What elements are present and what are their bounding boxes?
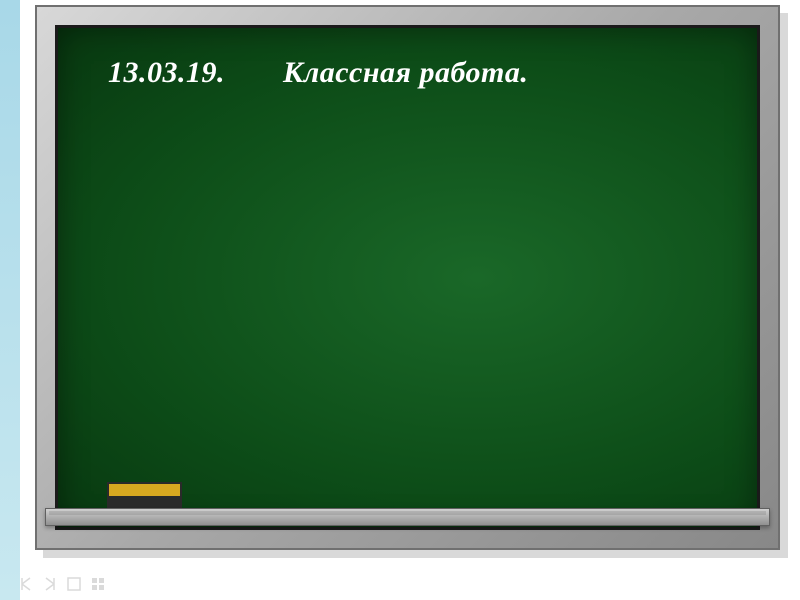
chalkboard-frame: 13.03.19. Классная работа. xyxy=(35,5,780,550)
nav-icon xyxy=(18,576,34,592)
eraser-icon xyxy=(107,482,182,508)
background-accent xyxy=(0,0,20,600)
title-text: Классная работа. xyxy=(283,56,528,89)
grid-icon xyxy=(90,576,106,592)
date-text: 13.03.19. xyxy=(108,56,225,90)
bottom-toolbar xyxy=(18,576,106,592)
chalkboard: 13.03.19. Классная работа. xyxy=(55,25,760,530)
expand-icon xyxy=(66,576,82,592)
chalk-text: 13.03.19. Классная работа. xyxy=(108,56,528,90)
chalkboard-container: 13.03.19. Классная работа. xyxy=(35,5,780,550)
nav-icon xyxy=(42,576,58,592)
chalk-ledge xyxy=(45,508,770,526)
